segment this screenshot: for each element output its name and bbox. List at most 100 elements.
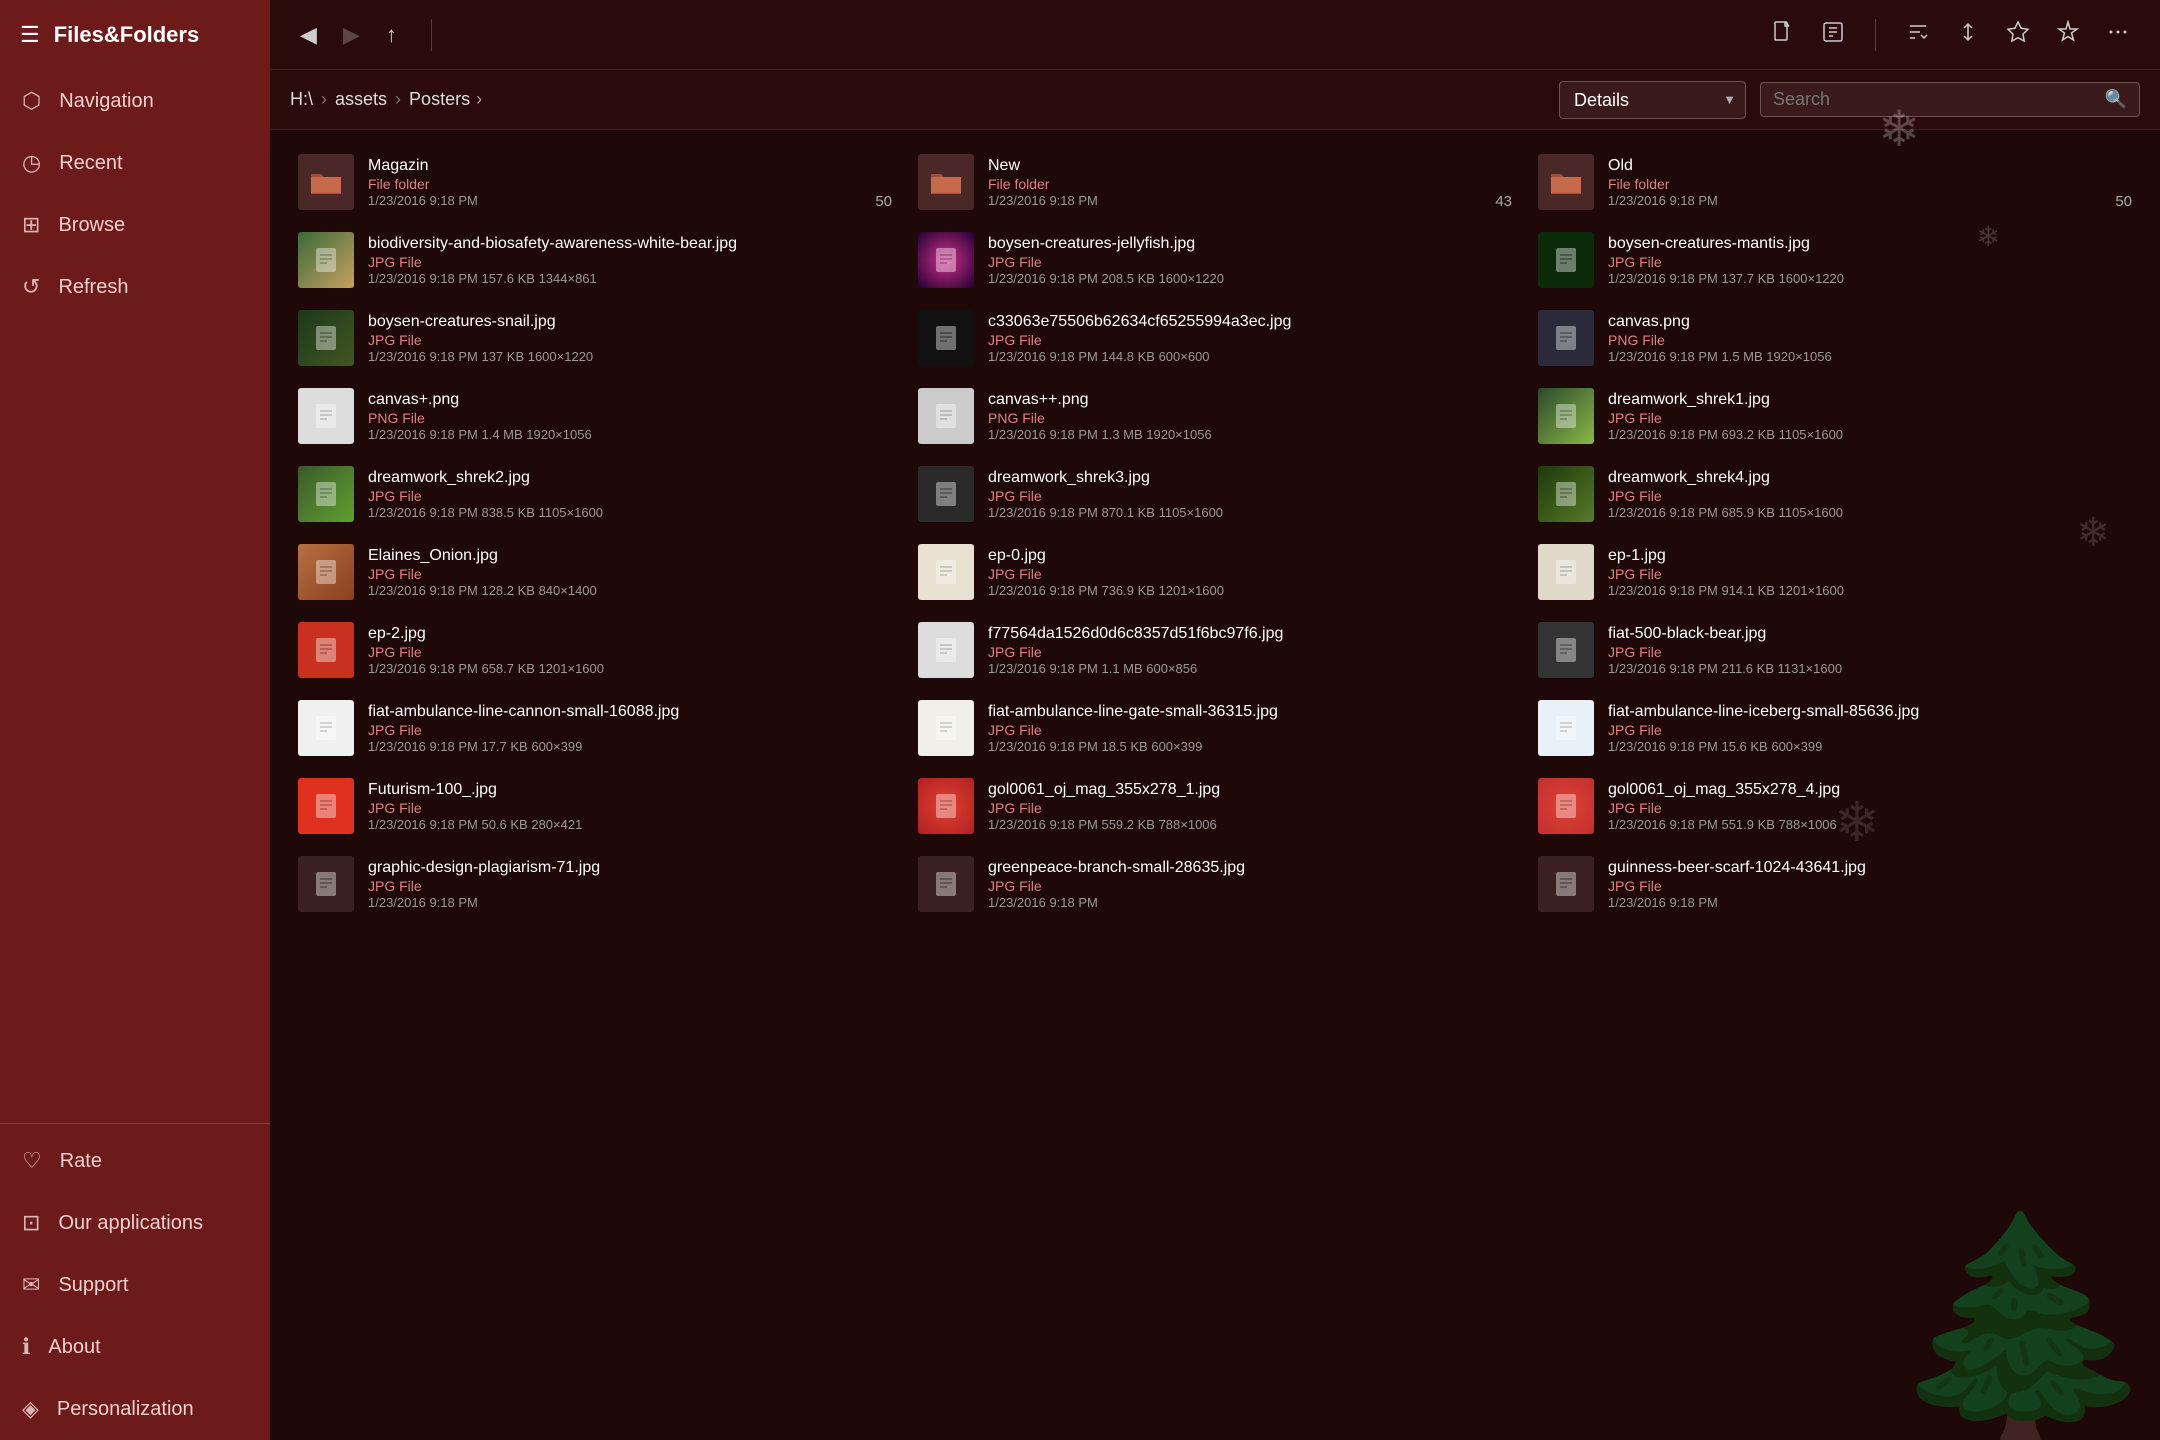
file-item[interactable]: dreamwork_shrek3.jpg JPG File 1/23/2016 …	[906, 456, 1524, 532]
search-input[interactable]	[1773, 89, 2105, 110]
file-item[interactable]: fiat-ambulance-line-gate-small-36315.jpg…	[906, 690, 1524, 766]
file-item[interactable]: fiat-ambulance-line-iceberg-small-85636.…	[1526, 690, 2144, 766]
sidebar-item-browse[interactable]: ⊞ Browse	[0, 194, 270, 256]
file-meta: 1/23/2016 9:18 PM 559.2 KB 788×1006	[988, 817, 1512, 832]
properties-button[interactable]	[1811, 14, 1855, 56]
breadcrumb-bar: H:\ › assets › Posters › Details List Ti…	[270, 70, 2160, 130]
back-button[interactable]: ◀	[290, 16, 327, 54]
file-info: ep-2.jpg JPG File 1/23/2016 9:18 PM 658.…	[368, 625, 892, 676]
file-name: canvas.png	[1608, 313, 2132, 331]
file-item[interactable]: dreamwork_shrek2.jpg JPG File 1/23/2016 …	[286, 456, 904, 532]
file-name: gol0061_oj_mag_355x278_1.jpg	[988, 781, 1512, 799]
file-count: 43	[1495, 193, 1512, 210]
file-meta: 1/23/2016 9:18 PM 736.9 KB 1201×1600	[988, 583, 1512, 598]
file-name: greenpeace-branch-small-28635.jpg	[988, 859, 1512, 877]
file-item[interactable]: ep-1.jpg JPG File 1/23/2016 9:18 PM 914.…	[1526, 534, 2144, 610]
file-item[interactable]: greenpeace-branch-small-28635.jpg JPG Fi…	[906, 846, 1524, 922]
file-type: JPG File	[1608, 722, 2132, 738]
file-item[interactable]: boysen-creatures-mantis.jpg JPG File 1/2…	[1526, 222, 2144, 298]
file-name: Old	[1608, 157, 2101, 175]
toolbar-separator2	[1875, 19, 1876, 51]
pin-button[interactable]	[2046, 14, 2090, 56]
sidebar-item-support[interactable]: ✉ Support	[0, 1254, 270, 1316]
forward-button[interactable]: ▶	[333, 16, 370, 54]
search-box[interactable]: 🔍	[1760, 82, 2140, 117]
file-item[interactable]: Old File folder 1/23/2016 9:18 PM 50	[1526, 144, 2144, 220]
more-button[interactable]	[2096, 14, 2140, 56]
recent-icon: ◷	[22, 150, 41, 176]
file-item[interactable]: graphic-design-plagiarism-71.jpg JPG Fil…	[286, 846, 904, 922]
file-item[interactable]: ep-0.jpg JPG File 1/23/2016 9:18 PM 736.…	[906, 534, 1524, 610]
sidebar-item-our-applications[interactable]: ⊡ Our applications	[0, 1192, 270, 1254]
breadcrumb-drive[interactable]: H:\	[290, 89, 313, 110]
up-button[interactable]: ↑	[376, 16, 407, 54]
sidebar-item-rate[interactable]: ♡ Rate	[0, 1130, 270, 1192]
file-thumbnail	[918, 622, 974, 678]
file-item[interactable]: boysen-creatures-jellyfish.jpg JPG File …	[906, 222, 1524, 298]
sort-button[interactable]	[1896, 14, 1940, 56]
file-item[interactable]: canvas++.png PNG File 1/23/2016 9:18 PM …	[906, 378, 1524, 454]
file-type: JPG File	[988, 644, 1512, 660]
new-file-button[interactable]	[1761, 14, 1805, 56]
view-select[interactable]: Details List Tiles Content Extra large i…	[1559, 81, 1746, 119]
personalization-icon: ◈	[22, 1396, 39, 1422]
file-item[interactable]: guinness-beer-scarf-1024-43641.jpg JPG F…	[1526, 846, 2144, 922]
file-item[interactable]: gol0061_oj_mag_355x278_4.jpg JPG File 1/…	[1526, 768, 2144, 844]
breadcrumb-assets[interactable]: assets	[335, 89, 387, 110]
sidebar-item-navigation[interactable]: ⬡ Navigation	[0, 70, 270, 132]
file-type: PNG File	[368, 410, 892, 426]
file-item[interactable]: dreamwork_shrek1.jpg JPG File 1/23/2016 …	[1526, 378, 2144, 454]
file-info: fiat-500-black-bear.jpg JPG File 1/23/20…	[1608, 625, 2132, 676]
order-button[interactable]	[1946, 14, 1990, 56]
file-name: boysen-creatures-snail.jpg	[368, 313, 892, 331]
file-item[interactable]: biodiversity-and-biosafety-awareness-whi…	[286, 222, 904, 298]
file-item[interactable]: gol0061_oj_mag_355x278_1.jpg JPG File 1/…	[906, 768, 1524, 844]
file-info: fiat-ambulance-line-cannon-small-16088.j…	[368, 703, 892, 754]
file-meta: 1/23/2016 9:18 PM 50.6 KB 280×421	[368, 817, 892, 832]
file-type: JPG File	[988, 488, 1512, 504]
file-item[interactable]: fiat-500-black-bear.jpg JPG File 1/23/20…	[1526, 612, 2144, 688]
file-item[interactable]: canvas.png PNG File 1/23/2016 9:18 PM 1.…	[1526, 300, 2144, 376]
file-type: File folder	[1608, 176, 2101, 192]
file-item[interactable]: boysen-creatures-snail.jpg JPG File 1/23…	[286, 300, 904, 376]
file-meta: 1/23/2016 9:18 PM 1.1 MB 600×856	[988, 661, 1512, 676]
file-item[interactable]: Elaines_Onion.jpg JPG File 1/23/2016 9:1…	[286, 534, 904, 610]
sidebar-item-refresh[interactable]: ↺ Refresh	[0, 256, 270, 318]
file-meta: 1/23/2016 9:18 PM 128.2 KB 840×1400	[368, 583, 892, 598]
breadcrumb-sep1: ›	[321, 89, 327, 110]
file-info: canvas+.png PNG File 1/23/2016 9:18 PM 1…	[368, 391, 892, 442]
file-info: c33063e75506b62634cf65255994a3ec.jpg JPG…	[988, 313, 1512, 364]
file-thumbnail	[298, 778, 354, 834]
file-name: fiat-ambulance-line-iceberg-small-85636.…	[1608, 703, 2132, 721]
breadcrumb-posters[interactable]: Posters	[409, 89, 470, 110]
file-item[interactable]: dreamwork_shrek4.jpg JPG File 1/23/2016 …	[1526, 456, 2144, 532]
file-meta: 1/23/2016 9:18 PM 208.5 KB 1600×1220	[988, 271, 1512, 286]
hamburger-icon[interactable]: ☰	[20, 22, 40, 48]
search-icon: 🔍	[2105, 89, 2127, 110]
sidebar-item-about[interactable]: ℹ About	[0, 1316, 270, 1378]
file-info: boysen-creatures-mantis.jpg JPG File 1/2…	[1608, 235, 2132, 286]
sidebar-item-recent[interactable]: ◷ Recent	[0, 132, 270, 194]
file-item[interactable]: ep-2.jpg JPG File 1/23/2016 9:18 PM 658.…	[286, 612, 904, 688]
view-select-wrap[interactable]: Details List Tiles Content Extra large i…	[1559, 81, 1746, 119]
breadcrumb-path: H:\ › assets › Posters ›	[290, 89, 1559, 110]
file-name: fiat-ambulance-line-gate-small-36315.jpg	[988, 703, 1512, 721]
file-info: boysen-creatures-snail.jpg JPG File 1/23…	[368, 313, 892, 364]
file-item[interactable]: New File folder 1/23/2016 9:18 PM 43	[906, 144, 1524, 220]
file-meta: 1/23/2016 9:18 PM	[988, 895, 1512, 910]
file-item[interactable]: canvas+.png PNG File 1/23/2016 9:18 PM 1…	[286, 378, 904, 454]
file-thumbnail	[298, 856, 354, 912]
favorite-button[interactable]	[1996, 14, 2040, 56]
file-info: graphic-design-plagiarism-71.jpg JPG Fil…	[368, 859, 892, 910]
file-item[interactable]: Magazin File folder 1/23/2016 9:18 PM 50	[286, 144, 904, 220]
file-item[interactable]: Futurism-100_.jpg JPG File 1/23/2016 9:1…	[286, 768, 904, 844]
file-type: JPG File	[1608, 878, 2132, 894]
file-info: biodiversity-and-biosafety-awareness-whi…	[368, 235, 892, 286]
file-thumbnail	[918, 544, 974, 600]
file-name: dreamwork_shrek3.jpg	[988, 469, 1512, 487]
file-item[interactable]: f77564da1526d0d6c8357d51f6bc97f6.jpg JPG…	[906, 612, 1524, 688]
file-item[interactable]: c33063e75506b62634cf65255994a3ec.jpg JPG…	[906, 300, 1524, 376]
sidebar-item-personalization[interactable]: ◈ Personalization	[0, 1378, 270, 1440]
file-item[interactable]: fiat-ambulance-line-cannon-small-16088.j…	[286, 690, 904, 766]
file-meta: 1/23/2016 9:18 PM 838.5 KB 1105×1600	[368, 505, 892, 520]
